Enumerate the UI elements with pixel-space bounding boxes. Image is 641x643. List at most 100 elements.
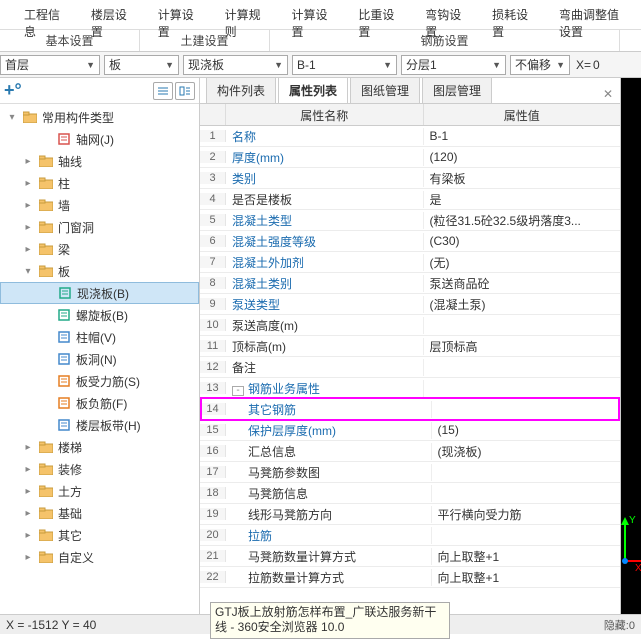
panel-tab[interactable]: 图纸管理 xyxy=(350,77,420,103)
ribbon-tab[interactable]: 工程信息 xyxy=(10,0,77,29)
property-row[interactable]: 12备注 xyxy=(200,357,620,378)
property-value[interactable]: B-1 xyxy=(424,129,621,143)
folder-icon xyxy=(38,528,54,542)
chevron-down-icon: ▼ xyxy=(274,60,283,70)
row-number: 3 xyxy=(200,172,226,184)
tree-leaf[interactable]: 板受力筋(S) xyxy=(0,370,199,392)
property-row[interactable]: 9泵送类型(混凝土泵) xyxy=(200,294,620,315)
layer-combo[interactable]: 分层1▼ xyxy=(401,55,506,75)
tree-folder[interactable]: ▸其它 xyxy=(0,524,199,546)
tree-root[interactable]: ▾常用构件类型 xyxy=(0,106,199,128)
ribbon-tab[interactable]: 计算规则 xyxy=(211,0,278,29)
tree-leaf[interactable]: 螺旋板(B) xyxy=(0,304,199,326)
properties-grid[interactable]: 1名称B-12厚度(mm)(120)3类别有梁板4是否是楼板是5混凝土类型(粒径… xyxy=(200,126,620,614)
properties-panel: 构件列表属性列表图纸管理图层管理✕ 属性名称 属性值 1名称B-12厚度(mm)… xyxy=(200,78,621,614)
property-row[interactable]: 15保护层厚度(mm)(15) xyxy=(200,420,620,441)
property-row[interactable]: 17马凳筋参数图 xyxy=(200,462,620,483)
tree-folder[interactable]: ▸土方 xyxy=(0,480,199,502)
property-value[interactable]: (粒径31.5砼32.5级坍落度3... xyxy=(424,212,621,229)
panel-tab[interactable]: 属性列表 xyxy=(278,77,348,103)
property-value[interactable]: 向上取整+1 xyxy=(432,569,621,586)
property-value[interactable]: 向上取整+1 xyxy=(432,548,621,565)
tree-leaf[interactable]: 轴网(J) xyxy=(0,128,199,150)
property-row[interactable]: 10泵送高度(m) xyxy=(200,315,620,336)
property-row[interactable]: 19线形马凳筋方向平行横向受力筋 xyxy=(200,504,620,525)
ribbon-tab[interactable]: 弯曲调整值设置 xyxy=(545,0,641,29)
ribbon-tab[interactable]: 弯钩设置 xyxy=(411,0,478,29)
property-row[interactable]: 13-钢筋业务属性 xyxy=(200,378,620,399)
property-value[interactable]: 有梁板 xyxy=(424,170,621,187)
close-panel-button[interactable]: ✕ xyxy=(600,87,616,103)
viewport-sliver: Y X xyxy=(621,78,641,614)
list-view-button[interactable] xyxy=(153,82,173,100)
tree-folder[interactable]: ▸轴线 xyxy=(0,150,199,172)
ribbon-tab[interactable]: 比重设置 xyxy=(344,0,411,29)
tree-leaf[interactable]: 板负筋(F) xyxy=(0,392,199,414)
tree-folder[interactable]: ▸墙 xyxy=(0,194,199,216)
tree-folder[interactable]: ▸柱 xyxy=(0,172,199,194)
tree-folder[interactable]: ▸自定义 xyxy=(0,546,199,568)
tree-leaf[interactable]: 楼层板带(H) xyxy=(0,414,199,436)
add-item-button[interactable]: +° xyxy=(4,80,22,101)
property-row[interactable]: 7混凝土外加剂(无) xyxy=(200,252,620,273)
property-value[interactable]: (无) xyxy=(424,254,621,271)
property-value[interactable]: (C30) xyxy=(424,234,621,248)
property-name: 其它钢筋 xyxy=(226,401,432,418)
property-value[interactable]: (15) xyxy=(432,423,621,437)
property-row[interactable]: 2厚度(mm)(120) xyxy=(200,147,620,168)
panel-tab[interactable]: 构件列表 xyxy=(206,77,276,103)
tree-leaf[interactable]: 柱帽(V) xyxy=(0,326,199,348)
property-row[interactable]: 22拉筋数量计算方式向上取整+1 xyxy=(200,567,620,588)
property-row[interactable]: 8混凝土类别泵送商品砼 xyxy=(200,273,620,294)
tree-leaf[interactable]: 板洞(N) xyxy=(0,348,199,370)
row-number: 21 xyxy=(200,550,226,562)
property-name: 是否是楼板 xyxy=(226,191,424,208)
ribbon-tab[interactable]: 计算设置 xyxy=(278,0,345,29)
property-value[interactable]: (现浇板) xyxy=(432,443,621,460)
property-value[interactable]: 是 xyxy=(424,191,621,208)
detail-view-button[interactable] xyxy=(175,82,195,100)
property-row[interactable]: 20拉筋 xyxy=(200,525,620,546)
property-value[interactable]: 层顶标高 xyxy=(424,338,621,355)
property-row[interactable]: 3类别有梁板 xyxy=(200,168,620,189)
property-row[interactable]: 5混凝土类型(粒径31.5砼32.5级坍落度3... xyxy=(200,210,620,231)
ribbon-tab[interactable]: 计算设置 xyxy=(144,0,211,29)
ribbon-tab[interactable]: 楼层设置 xyxy=(77,0,144,29)
tree-folder[interactable]: ▸门窗洞 xyxy=(0,216,199,238)
offset-combo[interactable]: 不偏移▼ xyxy=(510,55,570,75)
property-row[interactable]: 6混凝土强度等级(C30) xyxy=(200,231,620,252)
property-row[interactable]: 21马凳筋数量计算方式向上取整+1 xyxy=(200,546,620,567)
collapse-toggle[interactable]: - xyxy=(232,386,244,396)
tree-folder[interactable]: ▸装修 xyxy=(0,458,199,480)
property-value[interactable]: 平行横向受力筋 xyxy=(432,506,621,523)
code-combo[interactable]: B-1▼ xyxy=(292,55,397,75)
item-icon xyxy=(56,330,72,344)
ribbon-tab[interactable]: 损耗设置 xyxy=(478,0,545,29)
folder-icon xyxy=(38,550,54,564)
tree-folder[interactable]: ▾板 xyxy=(0,260,199,282)
property-value[interactable]: (120) xyxy=(424,150,621,164)
tree-leaf[interactable]: 现浇板(B) xyxy=(0,282,199,304)
property-row[interactable]: 18马凳筋信息 xyxy=(200,483,620,504)
panel-tab[interactable]: 图层管理 xyxy=(422,77,492,103)
folder-icon xyxy=(38,462,54,476)
property-row[interactable]: 16汇总信息(现浇板) xyxy=(200,441,620,462)
component-tree[interactable]: ▾常用构件类型轴网(J)▸轴线▸柱▸墙▸门窗洞▸梁▾板现浇板(B) 螺旋板(B) 柱… xyxy=(0,104,199,614)
tree-folder[interactable]: ▸基础 xyxy=(0,502,199,524)
tree-folder[interactable]: ▸梁 xyxy=(0,238,199,260)
tree-label: 螺旋板(B) xyxy=(76,307,128,324)
folder-icon xyxy=(38,176,54,190)
tree-folder[interactable]: ▸楼梯 xyxy=(0,436,199,458)
property-row[interactable]: 1名称B-1 xyxy=(200,126,620,147)
property-value[interactable]: 泵送商品砼 xyxy=(424,275,621,292)
category-combo[interactable]: 板▼ xyxy=(104,55,179,75)
property-row[interactable]: 14其它钢筋 xyxy=(200,399,620,420)
property-row[interactable]: 4是否是楼板是 xyxy=(200,189,620,210)
row-number: 1 xyxy=(200,130,226,142)
floor-combo[interactable]: 首层▼ xyxy=(0,55,100,75)
property-value[interactable]: (混凝土泵) xyxy=(424,296,621,313)
property-name: 混凝土类别 xyxy=(226,275,424,292)
tree-label: 楼层板带(H) xyxy=(76,417,141,434)
type-combo[interactable]: 现浇板▼ xyxy=(183,55,288,75)
property-row[interactable]: 11顶标高(m)层顶标高 xyxy=(200,336,620,357)
